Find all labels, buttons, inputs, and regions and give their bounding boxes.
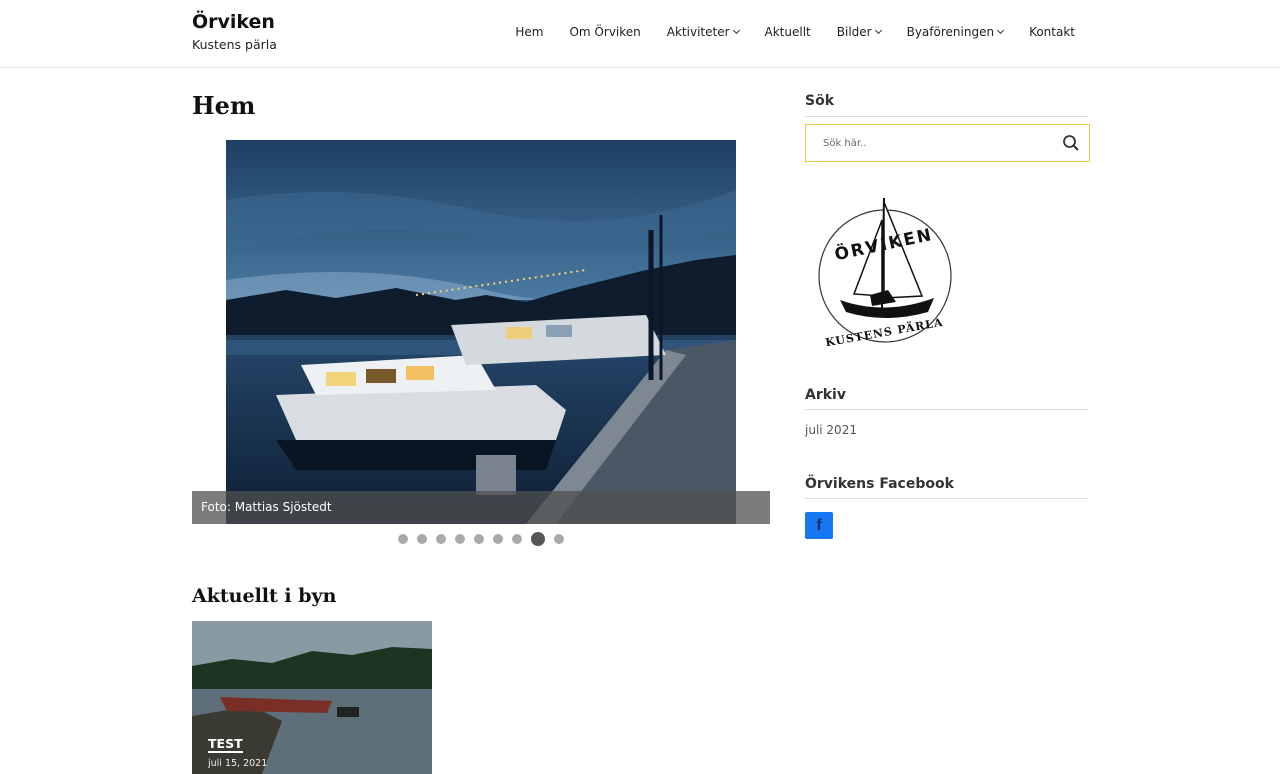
facebook-widget-title: Örvikens Facebook — [805, 476, 954, 492]
slide-caption-bar: Foto: Mattias Sjöstedt — [192, 491, 770, 524]
nav-item-kontakt[interactable]: Kontakt — [1029, 25, 1075, 39]
nav-item-hem[interactable]: Hem — [515, 25, 543, 39]
image-slider[interactable]: Foto: Mattias Sjöstedt — [192, 140, 770, 524]
site-header: Örviken Kustens pärla Hem Om Örviken Akt… — [0, 0, 1280, 68]
nav-item-aktuellt[interactable]: Aktuellt — [765, 25, 811, 39]
slider-dot[interactable] — [455, 534, 465, 544]
facebook-icon: f — [816, 517, 822, 534]
chevron-down-icon — [997, 26, 1005, 35]
slider-dot[interactable] — [512, 534, 522, 544]
archive-link-july-2021[interactable]: juli 2021 — [805, 423, 857, 437]
post-title[interactable]: TEST — [208, 736, 243, 753]
slider-pagination — [192, 532, 770, 546]
nav-item-om-orviken[interactable]: Om Örviken — [569, 25, 640, 39]
search-icon[interactable] — [1062, 134, 1080, 152]
search-widget-title: Sök — [805, 93, 835, 109]
nav-item-bilder[interactable]: Bilder — [837, 25, 882, 39]
divider — [805, 498, 1088, 499]
slider-dot-active[interactable] — [531, 532, 545, 546]
slider-dot[interactable] — [417, 534, 427, 544]
facebook-button[interactable]: f — [805, 512, 833, 539]
slide-image — [226, 140, 736, 524]
news-section-title: Aktuellt i byn — [192, 585, 337, 607]
nav-item-byaforeningen[interactable]: Byaföreningen — [907, 25, 1005, 39]
site-title[interactable]: Örviken — [192, 11, 275, 33]
post-card[interactable]: TEST juli 15, 2021 — [192, 621, 432, 774]
search-input[interactable] — [823, 136, 1043, 150]
slider-dot[interactable] — [493, 534, 503, 544]
main-nav: Hem Om Örviken Aktiviteter Aktuellt Bild… — [489, 25, 1075, 39]
chevron-down-icon — [732, 26, 740, 35]
divider — [805, 409, 1088, 410]
slider-dot[interactable] — [554, 534, 564, 544]
slider-dot[interactable] — [474, 534, 484, 544]
chevron-down-icon — [874, 26, 882, 35]
orviken-logo: ÖRVIKEN KUSTENS PÄRLA — [818, 197, 952, 349]
page-title: Hem — [192, 91, 256, 120]
nav-item-aktiviteter[interactable]: Aktiviteter — [667, 25, 740, 39]
slider-dot[interactable] — [398, 534, 408, 544]
slide-caption: Foto: Mattias Sjöstedt — [201, 500, 332, 514]
divider — [805, 116, 1088, 117]
slider-dot[interactable] — [436, 534, 446, 544]
search-box — [805, 124, 1090, 162]
site-tagline: Kustens pärla — [192, 37, 277, 52]
archive-widget-title: Arkiv — [805, 387, 846, 403]
post-date: juli 15, 2021 — [208, 758, 268, 769]
